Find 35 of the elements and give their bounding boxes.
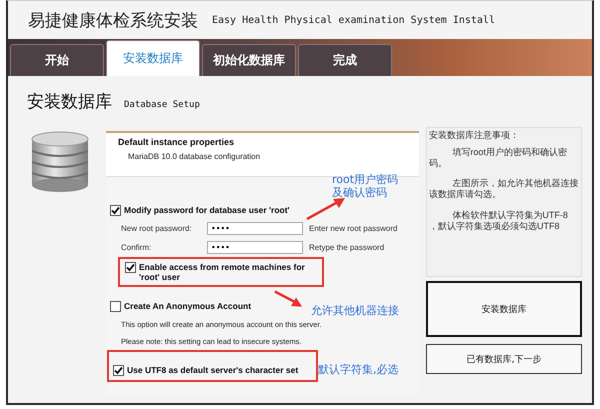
checkbox[interactable] [125, 262, 136, 273]
notes-paragraph: 左图所示，如允许其他机器连接该数据库请勾选。 [429, 178, 579, 200]
arrow [306, 197, 346, 221]
checkbox-label: Enable access from remote machines for 'root' user [139, 262, 306, 282]
password-field[interactable]: •••• [207, 222, 303, 235]
checkbox[interactable] [110, 301, 121, 312]
checkbox[interactable] [110, 205, 121, 216]
field-hint: Retype the password [309, 243, 384, 252]
tab[interactable]: 完成 [298, 44, 392, 76]
field-label: Confirm: [121, 243, 152, 252]
password-field[interactable]: •••• [207, 241, 303, 254]
install-button[interactable]: 安装数据库 [426, 281, 582, 337]
tab[interactable]: 安装数据库 [106, 40, 200, 76]
annotation-text: root用户密码 及确认密码 [332, 173, 398, 200]
field-label: New root password: [121, 224, 193, 233]
section-title: Default instance properties [118, 137, 236, 147]
page-subtitle: Database Setup [124, 100, 200, 110]
window-title: 易捷健康体检系统安装 [28, 10, 198, 32]
page-title: 安装数据库 [27, 91, 112, 113]
window-subtitle: Easy Health Physical examination System Install [212, 14, 495, 26]
field-hint: Enter new root password [309, 224, 398, 233]
section-subtitle: MariaDB 10.0 database configuration [128, 152, 262, 161]
checkbox-label: Create An Anonymous Account [124, 301, 252, 312]
annotation-text: 允许其他机器连接 [311, 304, 399, 318]
notes-paragraph: 体检软件默认字符集为UTF-8 ，默认字符集选项必须勾选UTF8 [429, 210, 569, 232]
next-button[interactable]: 已有数据库,下一步 [426, 344, 582, 374]
checkbox-label: Use UTF8 as default server's character set [127, 365, 298, 376]
tab[interactable]: 初始化数据库 [202, 44, 296, 76]
notes-title: 安装数据库注意事项： [429, 130, 520, 141]
annotation-text: 默认字符集,必选 [318, 363, 398, 376]
checkbox-label: Modify password for database user 'root' [124, 205, 290, 216]
database-icon [31, 131, 89, 193]
notes-paragraph: 填写root用户的密码和确认密码。 [429, 146, 568, 168]
checkbox[interactable] [113, 365, 124, 376]
tab[interactable]: 开始 [10, 44, 104, 76]
